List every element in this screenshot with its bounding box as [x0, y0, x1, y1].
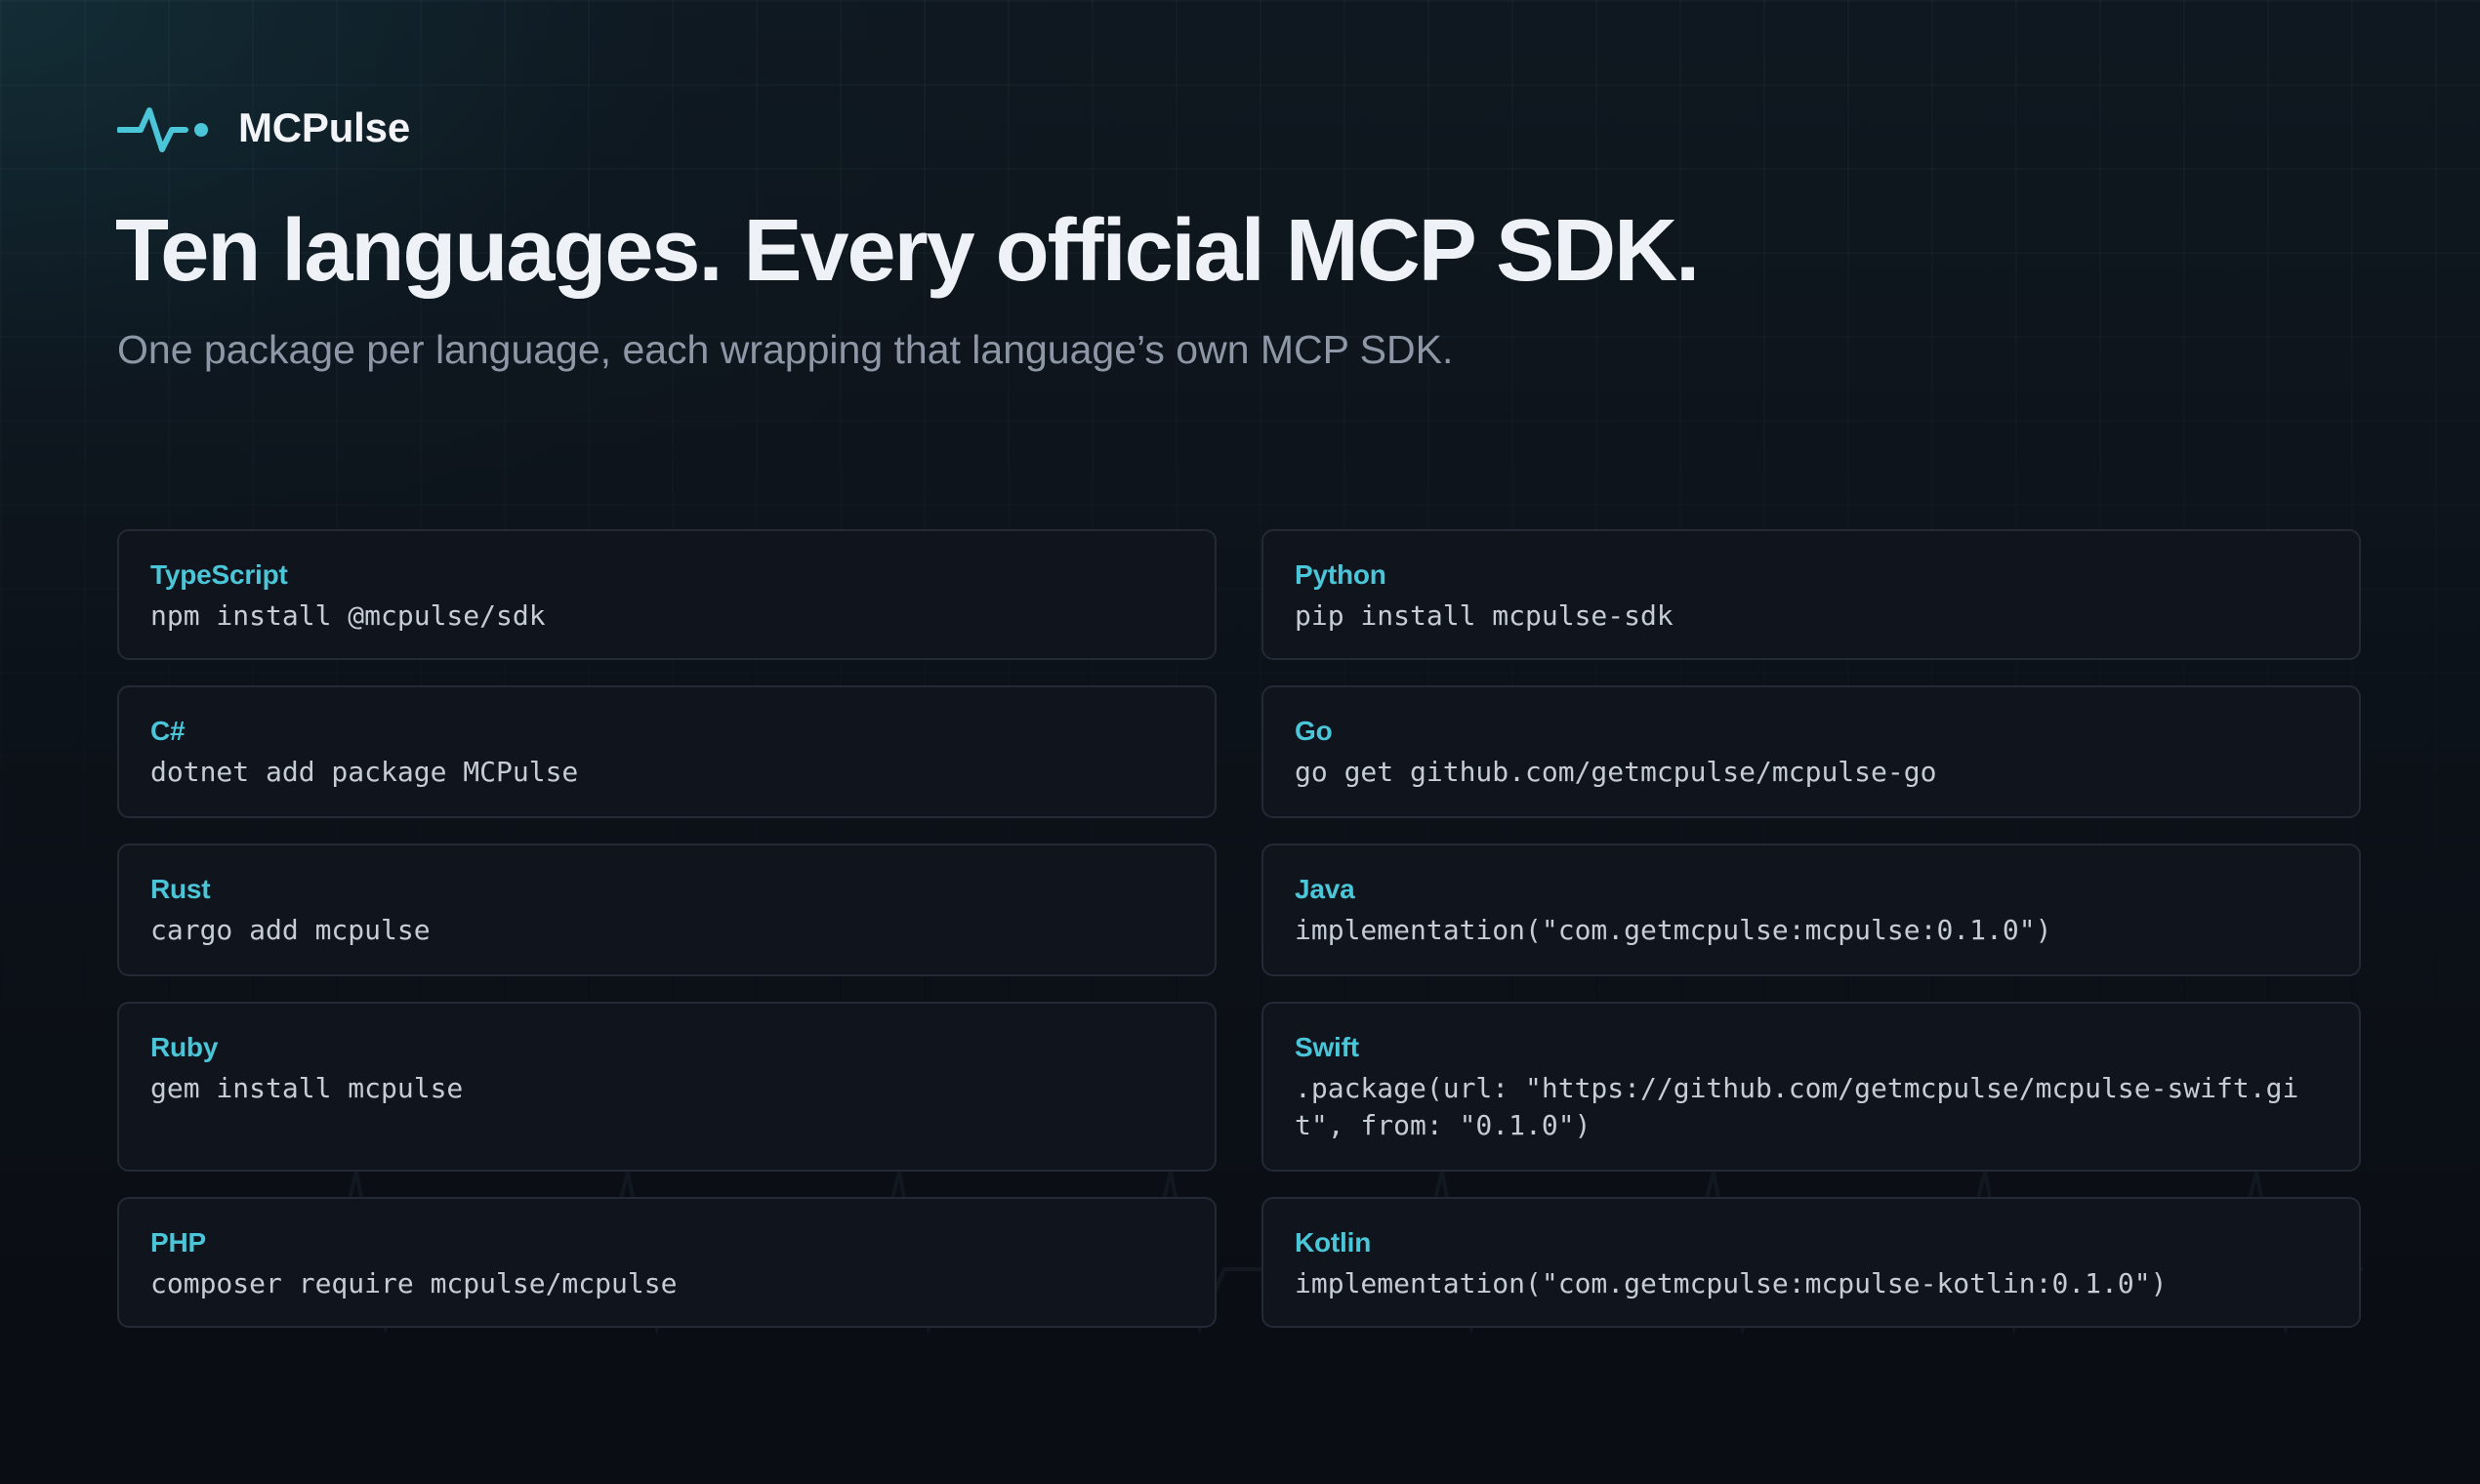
sdk-install-command[interactable]: gem install mcpulse: [150, 1070, 1183, 1107]
sdk-language-label: Ruby: [150, 1032, 219, 1062]
sdk-install-command[interactable]: cargo add mcpulse: [150, 912, 1183, 949]
brand-name: MCPulse: [238, 104, 410, 150]
sdk-language-label: Go: [1295, 716, 1333, 746]
sdk-language-label: Rust: [150, 874, 211, 904]
sdk-install-command[interactable]: .package(url: "https://github.com/getmcp…: [1295, 1070, 2328, 1144]
brand[interactable]: MCPulse: [117, 94, 410, 162]
sdk-install-command[interactable]: composer require mcpulse/mcpulse: [150, 1265, 1183, 1302]
sdk-language-label: PHP: [150, 1227, 206, 1257]
sdk-language-label: Python: [1295, 559, 1386, 590]
page-title: Ten languages. Every official MCP SDK.: [115, 202, 1700, 300]
sdk-card-ruby: Ruby gem install mcpulse: [117, 1002, 1217, 1172]
pulse-heartbeat-icon: [117, 107, 208, 152]
page: MCPulse Ten languages. Every official MC…: [0, 0, 2480, 1484]
sdk-card-grid: TypeScript npm install @mcpulse/sdk Pyth…: [117, 529, 2363, 1328]
sdk-card-go: Go go get github.com/getmcpulse/mcpulse-…: [1261, 685, 2361, 818]
sdk-install-command[interactable]: dotnet add package MCPulse: [150, 754, 1183, 791]
sdk-install-command[interactable]: pip install mcpulse-sdk: [1295, 598, 2328, 635]
sdk-install-command[interactable]: implementation("com.getmcpulse:mcpulse-k…: [1295, 1265, 2328, 1302]
sdk-language-label: Swift: [1295, 1032, 1359, 1062]
sdk-install-command[interactable]: go get github.com/getmcpulse/mcpulse-go: [1295, 754, 2328, 791]
sdk-language-label: C#: [150, 716, 186, 746]
sdk-card-python: Python pip install mcpulse-sdk: [1261, 529, 2361, 660]
sdk-card-typescript: TypeScript npm install @mcpulse/sdk: [117, 529, 1217, 660]
sdk-install-command[interactable]: implementation("com.getmcpulse:mcpulse:0…: [1295, 912, 2328, 949]
sdk-language-label: TypeScript: [150, 559, 288, 590]
sdk-card-java: Java implementation("com.getmcpulse:mcpu…: [1261, 844, 2361, 976]
sdk-card-rust: Rust cargo add mcpulse: [117, 844, 1217, 976]
sdk-card-swift: Swift .package(url: "https://github.com/…: [1261, 1002, 2361, 1172]
sdk-install-command[interactable]: npm install @mcpulse/sdk: [150, 598, 1183, 635]
sdk-card-csharp: C# dotnet add package MCPulse: [117, 685, 1217, 818]
sdk-language-label: Kotlin: [1295, 1227, 1372, 1257]
sdk-card-php: PHP composer require mcpulse/mcpulse: [117, 1197, 1217, 1328]
page-subtitle: One package per language, each wrapping …: [117, 327, 1454, 372]
sdk-card-kotlin: Kotlin implementation("com.getmcpulse:mc…: [1261, 1197, 2361, 1328]
sdk-language-label: Java: [1295, 874, 1355, 904]
